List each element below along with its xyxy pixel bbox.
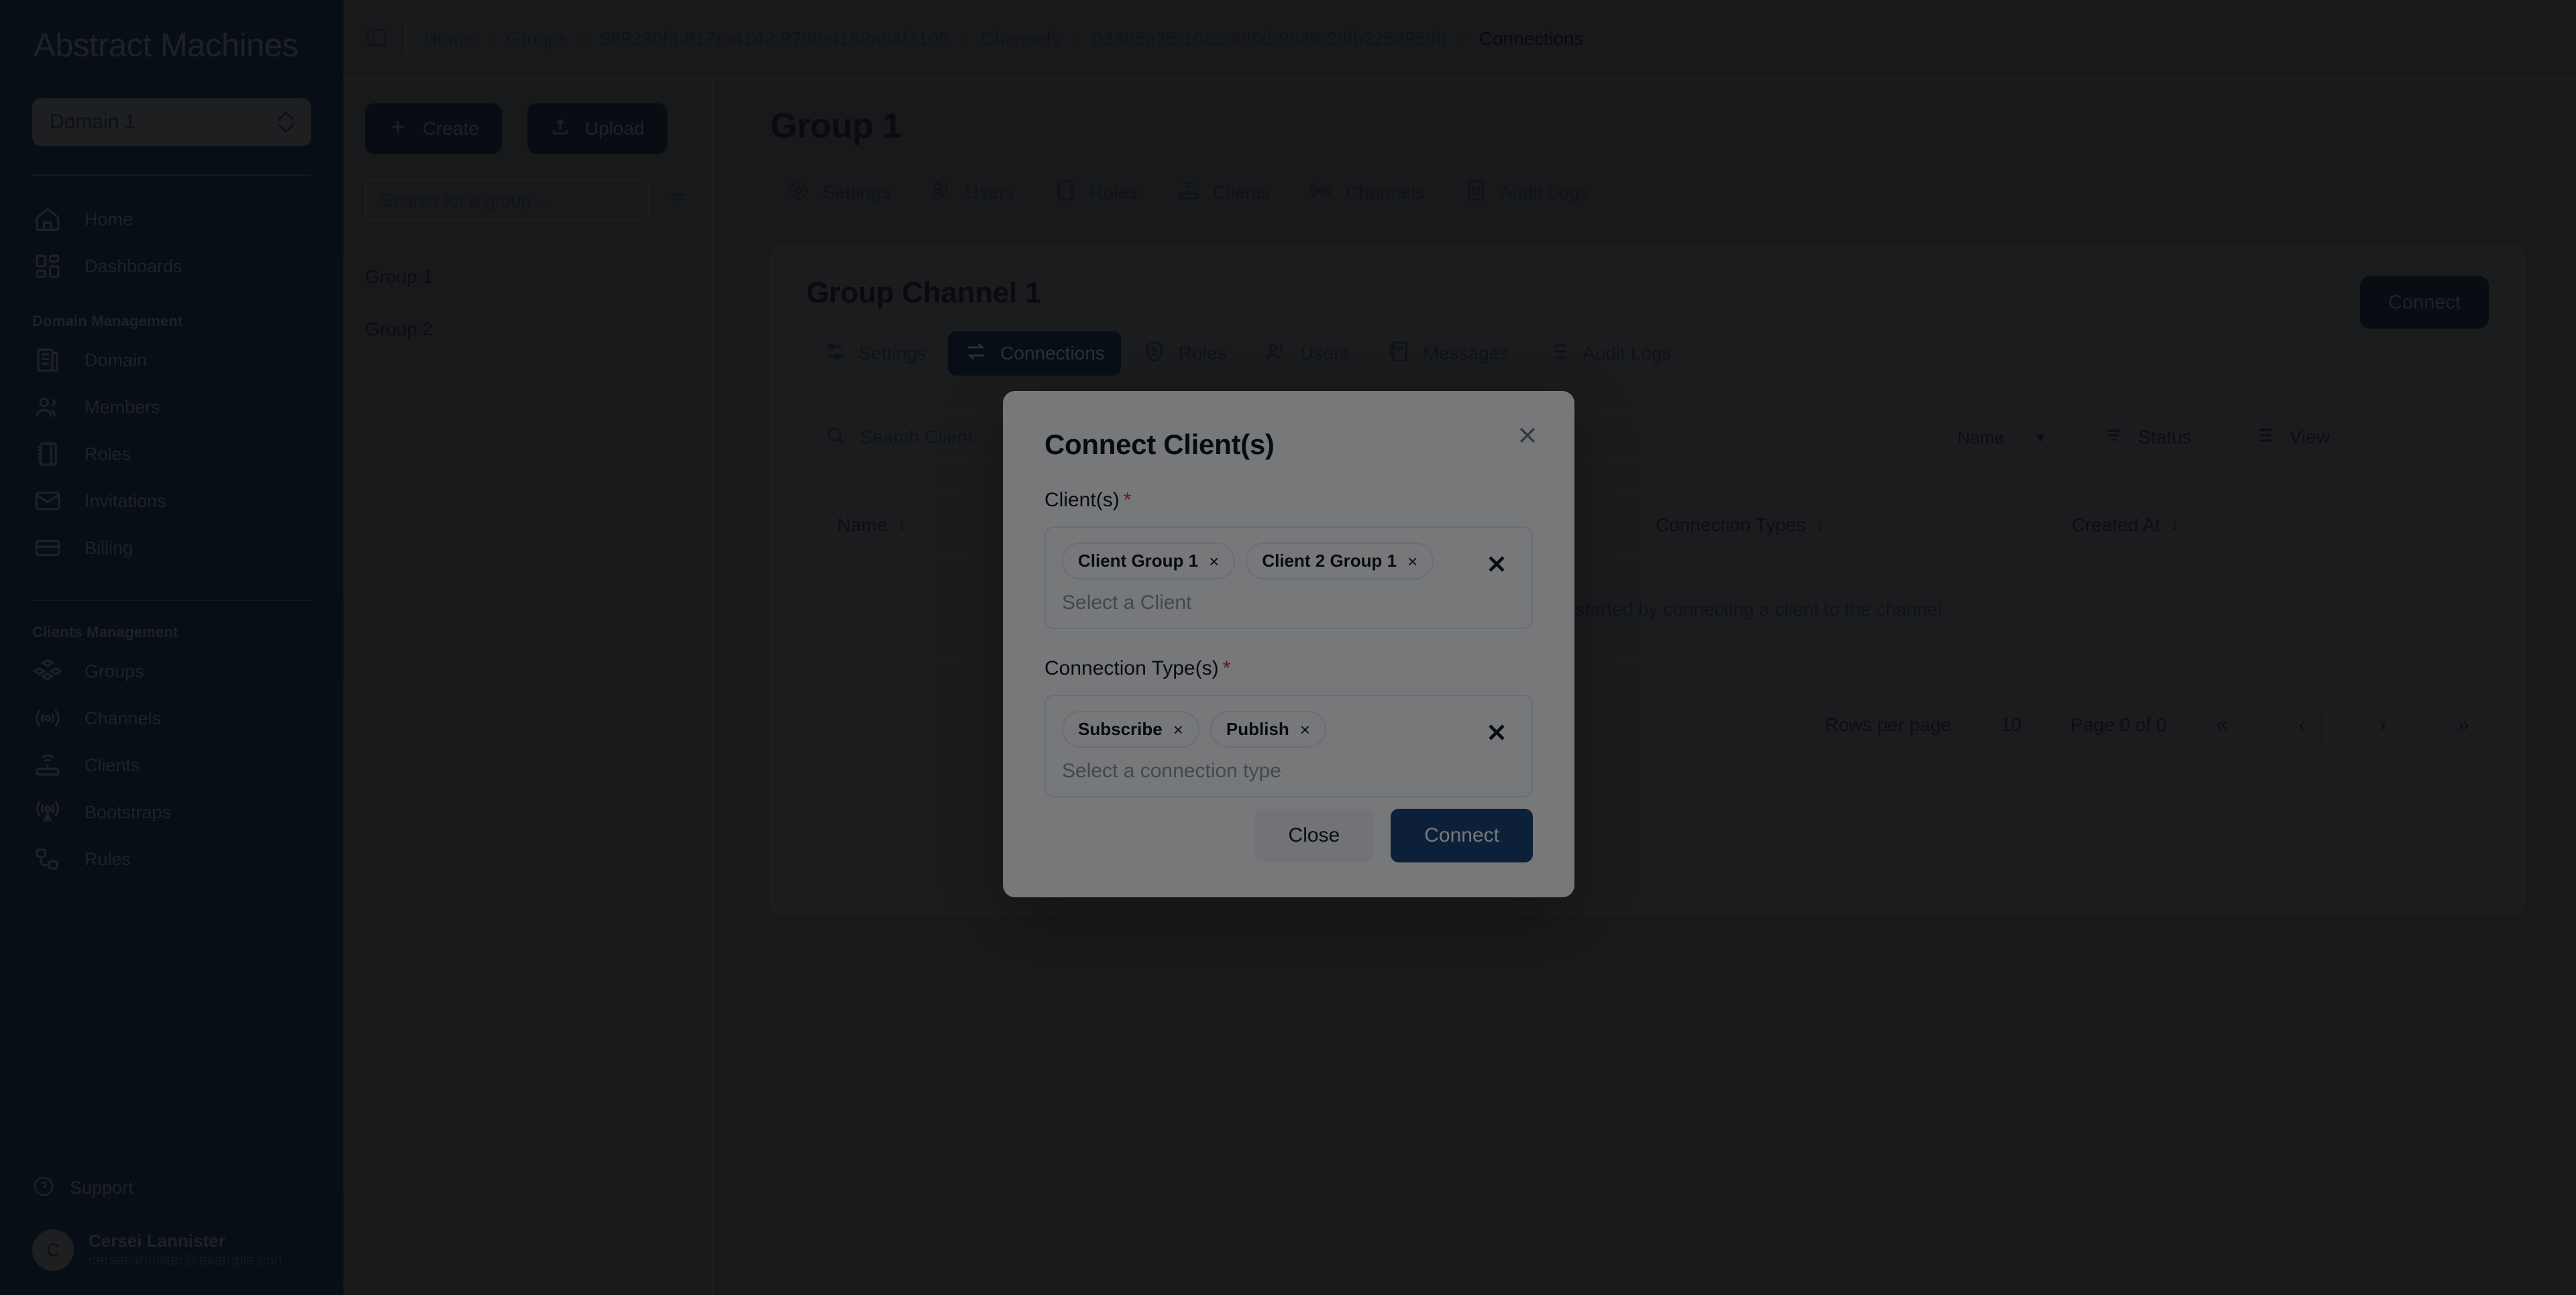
modal-overlay[interactable] xyxy=(0,0,2576,1295)
app-root: Abstract Machines Domain 1 Home Dashboar… xyxy=(0,0,2576,1295)
